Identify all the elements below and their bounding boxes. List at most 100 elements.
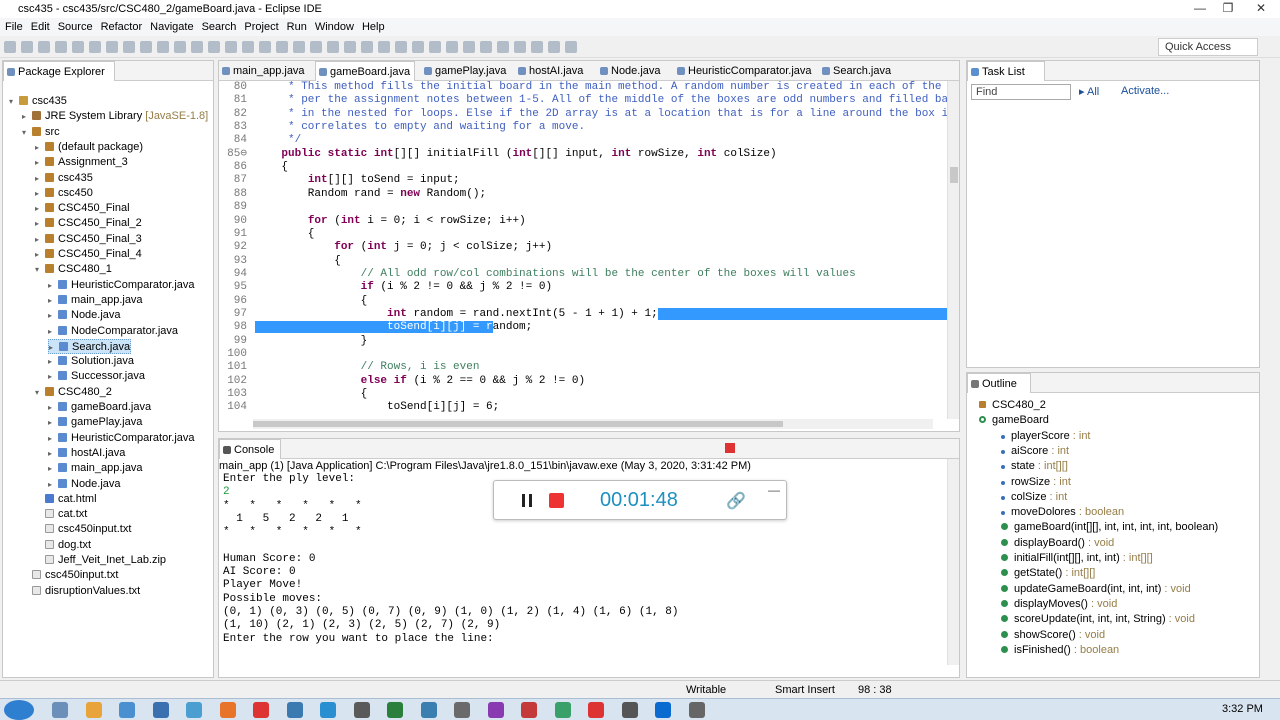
code-area[interactable]: 80 * This method fills the initial board… — [219, 81, 959, 417]
tree-item[interactable]: ▾ CSC480_1 — [35, 262, 112, 277]
taskbar-app-icon[interactable] — [688, 702, 705, 718]
expand-arrow-icon[interactable]: ▸ — [35, 155, 45, 170]
tree-item[interactable]: ▸ main_app.java — [48, 293, 143, 308]
tree-item[interactable]: ▸ csc435 — [35, 171, 93, 186]
menu-file[interactable]: File — [5, 21, 23, 33]
minimize-button[interactable]: — — [1186, 0, 1214, 18]
tree-item[interactable]: ▸ NodeComparator.java — [48, 324, 178, 339]
toolbar-button-icon[interactable] — [429, 41, 441, 53]
taskbar-app-icon[interactable] — [286, 702, 303, 718]
toolbar-button-icon[interactable] — [123, 41, 135, 53]
taskbar-app-icon[interactable] — [253, 702, 269, 718]
toolbar-button-icon[interactable] — [378, 41, 390, 53]
quick-access-field[interactable]: Quick Access — [1158, 38, 1258, 56]
expand-arrow-icon[interactable]: ▾ — [35, 262, 45, 277]
toolbar-button-icon[interactable] — [191, 41, 203, 53]
tree-item[interactable]: ▸ Successor.java — [48, 369, 145, 384]
collapse-icon[interactable]: — — [768, 483, 780, 497]
menu-edit[interactable]: Edit — [31, 21, 50, 33]
taskbar-app-icon[interactable] — [85, 702, 102, 718]
stop-icon[interactable] — [549, 493, 564, 508]
taskbar-app-icon[interactable] — [554, 702, 571, 718]
expand-arrow-icon[interactable]: ▸ — [48, 461, 58, 476]
expand-arrow-icon[interactable]: ▸ — [48, 477, 58, 492]
taskbar-app-icon[interactable] — [320, 702, 336, 718]
tree-item[interactable]: ▸ gamePlay.java — [48, 415, 142, 430]
toolbar-button-icon[interactable] — [395, 41, 407, 53]
expand-arrow-icon[interactable]: ▸ — [48, 293, 58, 308]
menu-search[interactable]: Search — [202, 21, 237, 33]
outline-item[interactable]: gameBoard(int[][], int, int, int, int, b… — [1001, 520, 1218, 535]
expand-arrow-icon[interactable]: ▸ — [48, 415, 58, 430]
editor-tab[interactable]: gameBoard.java — [315, 61, 415, 81]
toolbar-button-icon[interactable] — [310, 41, 322, 53]
taskbar-app-icon[interactable] — [353, 702, 370, 718]
expand-arrow-icon[interactable]: ▸ — [35, 247, 45, 262]
toolbar-button-icon[interactable] — [531, 41, 543, 53]
expand-arrow-icon[interactable]: ▸ — [35, 232, 45, 247]
tree-item[interactable]: ▸ hostAI.java — [48, 446, 125, 461]
outline-item[interactable]: CSC480_2 — [979, 398, 1046, 413]
toolbar-button-icon[interactable] — [446, 41, 458, 53]
expand-arrow-icon[interactable]: ▸ — [48, 431, 58, 446]
tab-console[interactable]: Console — [219, 439, 281, 459]
menu-window[interactable]: Window — [315, 21, 354, 33]
toolbar-button-icon[interactable] — [242, 41, 254, 53]
outline-item[interactable]: initialFill(int[][], int, int) : int[][] — [1001, 551, 1153, 566]
tree-item[interactable]: ▸ CSC450_Final_3 — [35, 232, 142, 247]
toolbar-button-icon[interactable] — [208, 41, 220, 53]
expand-arrow-icon[interactable]: ▸ — [48, 446, 58, 461]
outline-item[interactable]: getState() : int[][] — [1001, 566, 1095, 581]
tree-item[interactable]: ▸ gameBoard.java — [48, 400, 151, 415]
console-vertical-scrollbar[interactable] — [947, 459, 959, 665]
editor-tab[interactable]: gamePlay.java — [421, 61, 509, 81]
outline-item[interactable]: displayBoard() : void — [1001, 536, 1114, 551]
toolbar-button-icon[interactable] — [463, 41, 475, 53]
expand-arrow-icon[interactable]: ▸ — [48, 308, 58, 323]
tree-item[interactable]: ▾ csc435 — [9, 94, 67, 109]
toolbar-button-icon[interactable] — [259, 41, 271, 53]
tree-item[interactable]: ▸ Search.java — [48, 338, 132, 354]
outline-item[interactable]: showScore() : void — [1001, 628, 1105, 643]
taskbar-app-icon[interactable] — [219, 702, 236, 718]
taskbar-app-icon[interactable] — [420, 702, 437, 718]
tree-item[interactable]: ▸ main_app.java — [48, 461, 143, 476]
taskbar-app-icon[interactable] — [588, 702, 604, 718]
toolbar-button-icon[interactable] — [174, 41, 186, 53]
editor-tab[interactable]: HeuristicComparator.java — [674, 61, 814, 81]
toolbar-button-icon[interactable] — [72, 41, 84, 53]
outline-item[interactable]: isFinished() : boolean — [1001, 643, 1119, 658]
taskbar-app-icon[interactable] — [186, 702, 202, 718]
menu-source[interactable]: Source — [58, 21, 93, 33]
tree-item[interactable]: ▸ Solution.java — [48, 354, 134, 369]
tree-item[interactable]: ▸ csc450 — [35, 186, 93, 201]
terminate-icon[interactable] — [725, 443, 735, 453]
outline-item[interactable]: playerScore : int — [1001, 429, 1091, 444]
start-button[interactable] — [4, 700, 34, 720]
tree-item[interactable]: ▸ (default package) — [35, 140, 143, 155]
tree-item[interactable]: ▾ src — [22, 125, 60, 140]
tab-task-list[interactable]: Task List — [967, 61, 1045, 81]
outline-item[interactable]: scoreUpdate(int, int, int, String) : voi… — [1001, 612, 1195, 627]
tree-item[interactable]: ▾ CSC480_2 — [35, 385, 112, 400]
menu-refactor[interactable]: Refactor — [101, 21, 143, 33]
expand-arrow-icon[interactable]: ▸ — [48, 369, 58, 384]
tree-item[interactable]: ▸ HeuristicComparator.java — [48, 278, 195, 293]
outline-item[interactable]: gameBoard — [979, 413, 1049, 428]
toolbar-button-icon[interactable] — [548, 41, 560, 53]
expand-arrow-icon[interactable]: ▸ — [48, 354, 58, 369]
tree-item[interactable]: ▸ Node.java — [48, 477, 121, 492]
taskbar-app-icon[interactable] — [621, 702, 638, 718]
task-find-input[interactable]: Find — [971, 84, 1071, 100]
toolbar-button-icon[interactable] — [38, 41, 50, 53]
outline-item[interactable]: updateGameBoard(int, int, int) : void — [1001, 582, 1191, 597]
tree-item[interactable]: ▸ JRE System Library [JavaSE-1.8] — [22, 109, 208, 124]
tree-item[interactable]: cat.txt — [35, 507, 87, 522]
toolbar-button-icon[interactable] — [565, 41, 577, 53]
outline-item[interactable]: colSize : int — [1001, 490, 1067, 505]
pause-icon[interactable] — [522, 494, 525, 507]
menu-run[interactable]: Run — [287, 21, 307, 33]
editor-horizontal-scrollbar[interactable] — [253, 419, 933, 429]
toolbar-button-icon[interactable] — [293, 41, 305, 53]
tree-item[interactable]: ▸ CSC450_Final_2 — [35, 216, 142, 231]
